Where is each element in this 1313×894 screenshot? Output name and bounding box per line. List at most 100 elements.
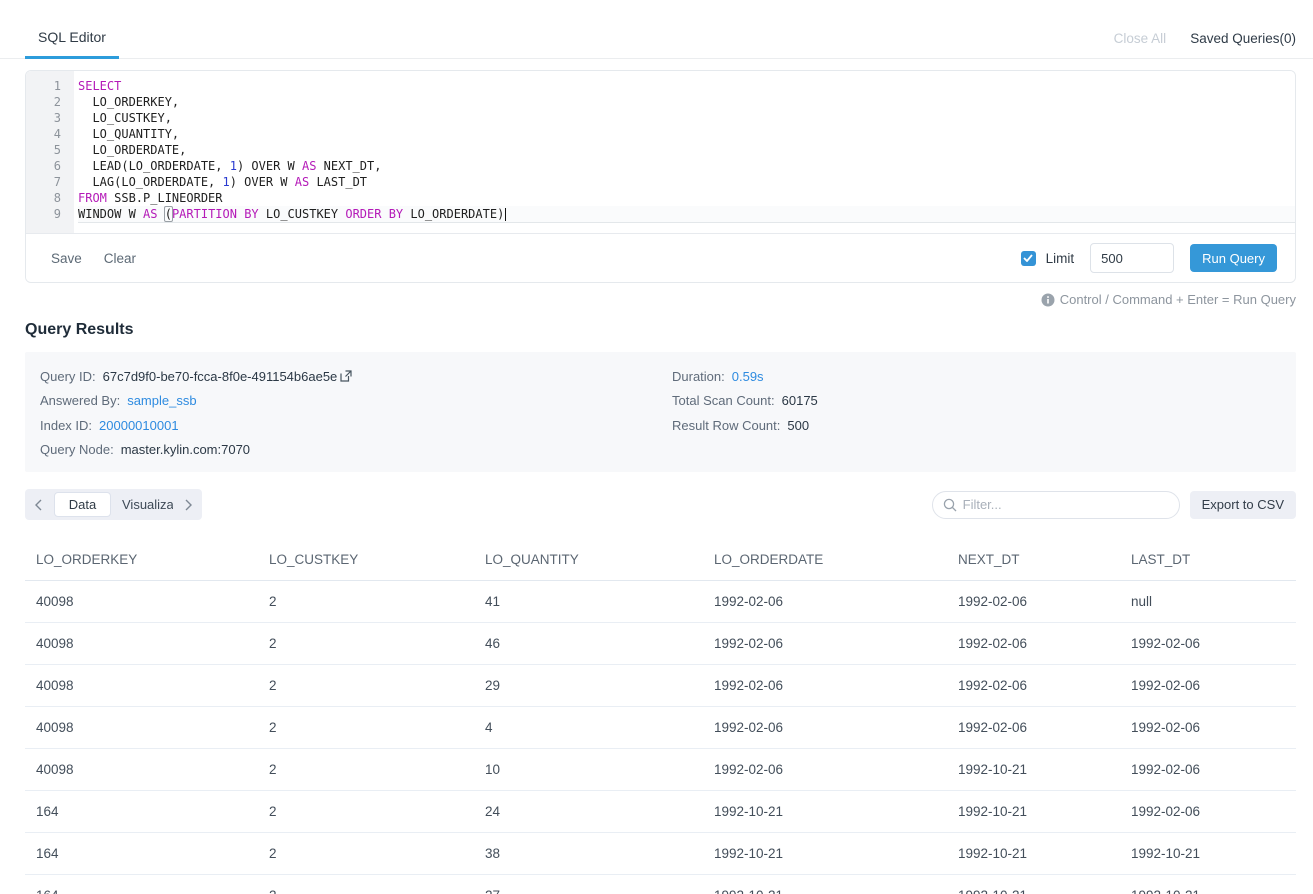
editor-tab-bar: SQL Editor Close All Saved Queries(0) <box>0 0 1313 59</box>
column-header: LO_CUSTKEY <box>258 540 474 581</box>
table-cell: 2 <box>258 833 474 875</box>
line-number: 6 <box>26 158 61 174</box>
view-tabs: Data Visualiza <box>25 489 202 520</box>
answered-by-label: Answered By: <box>40 393 120 408</box>
sql-editor-panel: 123456789 SELECT LO_ORDERKEY, LO_CUSTKEY… <box>25 70 1296 283</box>
table-row: 1642271992-10-211992-10-211992-10-21 <box>25 875 1296 894</box>
table-cell: 1992-02-06 <box>947 581 1120 623</box>
chevron-right-icon[interactable] <box>184 499 193 511</box>
saved-queries-button[interactable]: Saved Queries(0) <box>1190 31 1296 46</box>
results-controls-row: Data Visualiza Export to CSV <box>25 489 1296 520</box>
table-cell: 1992-10-21 <box>703 875 947 894</box>
table-body: 400982411992-02-061992-02-06null40098246… <box>25 581 1296 894</box>
table-cell: 2 <box>258 791 474 833</box>
tab-visualization[interactable]: Visualiza <box>122 497 173 512</box>
gutter: 123456789 <box>26 71 74 233</box>
info-icon <box>1041 293 1055 307</box>
code-line[interactable]: LAG(LO_ORDERDATE, 1) OVER W AS LAST_DT <box>78 174 1295 190</box>
column-header: LO_ORDERKEY <box>25 540 258 581</box>
query-results-title: Query Results <box>25 321 1296 339</box>
code-line[interactable]: SELECT <box>78 78 1295 94</box>
table-cell: 38 <box>474 833 703 875</box>
table-cell: 1992-02-06 <box>1120 623 1296 665</box>
table-row: 40098241992-02-061992-02-061992-02-06 <box>25 707 1296 749</box>
table-row: 400982461992-02-061992-02-061992-02-06 <box>25 623 1296 665</box>
line-number: 3 <box>26 110 61 126</box>
close-all-button[interactable]: Close All <box>1114 31 1167 46</box>
run-query-button[interactable]: Run Query <box>1190 244 1277 272</box>
tab-sql-editor[interactable]: SQL Editor <box>25 29 119 58</box>
table-cell: 40098 <box>25 707 258 749</box>
sql-code-editor[interactable]: 123456789 SELECT LO_ORDERKEY, LO_CUSTKEY… <box>26 71 1295 233</box>
clear-button[interactable]: Clear <box>104 251 136 266</box>
duration-value[interactable]: 0.59s <box>732 369 764 384</box>
code-line[interactable]: LO_CUSTKEY, <box>78 110 1295 126</box>
table-cell: 1992-02-06 <box>703 581 947 623</box>
line-number: 1 <box>26 78 61 94</box>
table-cell: 1992-02-06 <box>1120 707 1296 749</box>
table-cell: 41 <box>474 581 703 623</box>
code-line[interactable]: LO_ORDERKEY, <box>78 94 1295 110</box>
query-node-value: master.kylin.com:7070 <box>121 442 250 457</box>
table-cell: 1992-02-06 <box>703 623 947 665</box>
table-cell: 4 <box>474 707 703 749</box>
query-info-panel: Query ID: 67c7d9f0-be70-fcca-8f0e-491154… <box>25 352 1296 472</box>
tab-data[interactable]: Data <box>54 492 111 517</box>
line-number: 4 <box>26 126 61 142</box>
chevron-left-icon[interactable] <box>34 499 43 511</box>
external-link-icon[interactable] <box>340 370 352 382</box>
code-line[interactable]: WINDOW W AS (PARTITION BY LO_CUSTKEY ORD… <box>78 206 1295 222</box>
table-cell: 1992-10-21 <box>947 749 1120 791</box>
table-cell: 164 <box>25 875 258 894</box>
query-node-label: Query Node: <box>40 442 114 457</box>
search-icon <box>943 498 957 512</box>
line-number: 8 <box>26 190 61 206</box>
code-line[interactable]: LO_ORDERDATE, <box>78 142 1295 158</box>
index-id-link[interactable]: 20000010001 <box>99 418 179 433</box>
table-cell: 1992-02-06 <box>947 665 1120 707</box>
table-cell: 1992-02-06 <box>1120 749 1296 791</box>
editor-footer: Save Clear Limit Run Query <box>26 233 1295 282</box>
filter-field[interactable] <box>932 491 1180 519</box>
table-cell: 10 <box>474 749 703 791</box>
limit-input[interactable] <box>1090 243 1174 273</box>
table-cell: 27 <box>474 875 703 894</box>
result-row-count-label: Result Row Count: <box>672 418 780 433</box>
line-number: 5 <box>26 142 61 158</box>
table-cell: 1992-02-06 <box>1120 665 1296 707</box>
code-line[interactable]: LO_QUANTITY, <box>78 126 1295 142</box>
table-cell: 1992-10-21 <box>1120 833 1296 875</box>
line-number: 2 <box>26 94 61 110</box>
table-cell: 29 <box>474 665 703 707</box>
table-cell: 40098 <box>25 749 258 791</box>
table-cell: 46 <box>474 623 703 665</box>
table-cell: 1992-10-21 <box>1120 875 1296 894</box>
column-header: LAST_DT <box>1120 540 1296 581</box>
table-row: 400982411992-02-061992-02-06null <box>25 581 1296 623</box>
table-cell: 2 <box>258 665 474 707</box>
filter-input[interactable] <box>963 497 1169 512</box>
column-header: LO_ORDERDATE <box>703 540 947 581</box>
table-cell: 1992-10-21 <box>703 833 947 875</box>
table-cell: 40098 <box>25 581 258 623</box>
shortcut-hint-text: Control / Command + Enter = Run Query <box>1060 292 1296 307</box>
save-button[interactable]: Save <box>51 251 82 266</box>
code-line[interactable]: LEAD(LO_ORDERDATE, 1) OVER W AS NEXT_DT, <box>78 158 1295 174</box>
export-to-csv-button[interactable]: Export to CSV <box>1190 491 1296 519</box>
answered-by-link[interactable]: sample_ssb <box>127 393 196 408</box>
table-cell: 2 <box>258 623 474 665</box>
column-header: NEXT_DT <box>947 540 1120 581</box>
table-cell: 40098 <box>25 665 258 707</box>
limit-checkbox[interactable] <box>1021 251 1036 266</box>
result-row-count-value: 500 <box>787 418 809 433</box>
table-cell: 1992-10-21 <box>947 833 1120 875</box>
code-lines[interactable]: SELECT LO_ORDERKEY, LO_CUSTKEY, LO_QUANT… <box>74 71 1295 233</box>
table-row: 400982291992-02-061992-02-061992-02-06 <box>25 665 1296 707</box>
table-header-row: LO_ORDERKEYLO_CUSTKEYLO_QUANTITYLO_ORDER… <box>25 540 1296 581</box>
index-id-label: Index ID: <box>40 418 92 433</box>
code-line[interactable]: FROM SSB.P_LINEORDER <box>78 190 1295 206</box>
total-scan-count-value: 60175 <box>782 393 818 408</box>
table-cell: 1992-02-06 <box>947 707 1120 749</box>
query-id-label: Query ID: <box>40 369 96 384</box>
query-id-value: 67c7d9f0-be70-fcca-8f0e-491154b6ae5e <box>103 369 338 384</box>
